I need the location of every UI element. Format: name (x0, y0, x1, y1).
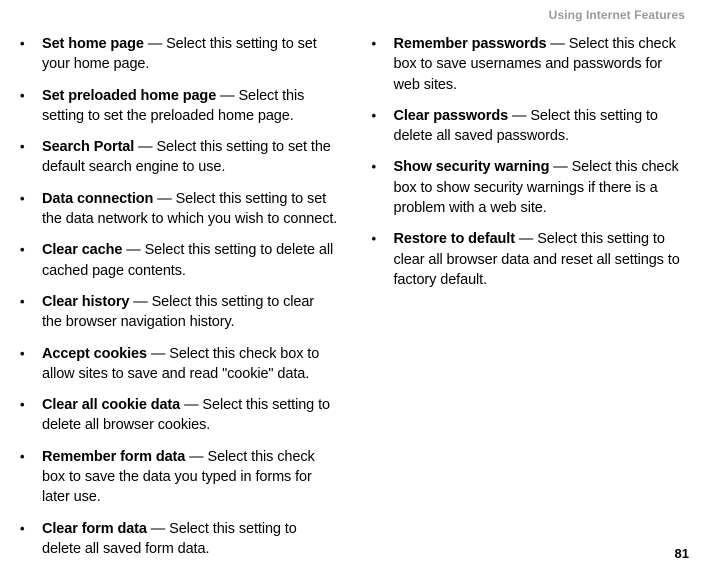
list-item: •Show security warning — Select this che… (372, 157, 690, 218)
separator: — (546, 36, 568, 52)
item-body: Search Portal — Select this setting to s… (42, 137, 338, 178)
bullet-icon: • (20, 519, 42, 560)
list-item: •Set home page — Select this setting to … (20, 34, 338, 75)
right-column: •Remember passwords — Select this check … (372, 34, 690, 570)
separator: — (549, 159, 571, 175)
list-item: •Clear history — Select this setting to … (20, 292, 338, 333)
bullet-icon: • (372, 34, 394, 95)
bullet-icon: • (20, 137, 42, 178)
bullet-icon: • (372, 157, 394, 218)
item-body: Clear passwords — Select this setting to… (394, 106, 690, 147)
item-body: Remember passwords — Select this check b… (394, 34, 690, 95)
item-term: Clear form data (42, 521, 147, 537)
bullet-icon: • (20, 292, 42, 333)
item-term: Remember passwords (394, 36, 547, 52)
separator: — (129, 294, 151, 310)
list-item: •Remember passwords — Select this check … (372, 34, 690, 95)
list-item: •Clear cache — Select this setting to de… (20, 240, 338, 281)
list-item: •Clear form data — Select this setting t… (20, 519, 338, 560)
item-term: Clear history (42, 294, 129, 310)
bullet-icon: • (372, 229, 394, 290)
bullet-icon: • (20, 447, 42, 508)
separator: — (144, 36, 166, 52)
item-body: Clear history — Select this setting to c… (42, 292, 338, 333)
list-item: •Remember form data — Select this check … (20, 447, 338, 508)
separator: — (147, 346, 169, 362)
item-term: Clear all cookie data (42, 397, 180, 413)
item-body: Data connection — Select this setting to… (42, 189, 338, 230)
separator: — (147, 521, 169, 537)
item-term: Remember form data (42, 449, 185, 465)
left-column: •Set home page — Select this setting to … (20, 34, 338, 570)
item-body: Clear all cookie data — Select this sett… (42, 395, 338, 436)
bullet-icon: • (20, 86, 42, 127)
item-term: Clear cache (42, 242, 122, 258)
separator: — (122, 242, 144, 258)
item-term: Set preloaded home page (42, 88, 216, 104)
left-list: •Set home page — Select this setting to … (20, 34, 338, 559)
bullet-icon: • (372, 106, 394, 147)
item-body: Clear cache — Select this setting to del… (42, 240, 338, 281)
list-item: •Clear all cookie data — Select this set… (20, 395, 338, 436)
item-term: Clear passwords (394, 108, 509, 124)
item-term: Accept cookies (42, 346, 147, 362)
bullet-icon: • (20, 344, 42, 385)
page-number: 81 (675, 546, 689, 561)
list-item: •Data connection — Select this setting t… (20, 189, 338, 230)
content-columns: •Set home page — Select this setting to … (20, 34, 689, 570)
item-body: Set home page — Select this setting to s… (42, 34, 338, 75)
item-term: Show security warning (394, 159, 550, 175)
separator: — (180, 397, 202, 413)
item-term: Set home page (42, 36, 144, 52)
bullet-icon: • (20, 395, 42, 436)
item-term: Restore to default (394, 231, 515, 247)
section-header: Using Internet Features (20, 8, 689, 34)
separator: — (134, 139, 156, 155)
separator: — (185, 449, 207, 465)
separator: — (216, 88, 238, 104)
item-body: Restore to default — Select this setting… (394, 229, 690, 290)
list-item: •Set preloaded home page — Select this s… (20, 86, 338, 127)
item-body: Remember form data — Select this check b… (42, 447, 338, 508)
separator: — (515, 231, 537, 247)
item-term: Search Portal (42, 139, 134, 155)
list-item: •Accept cookies — Select this check box … (20, 344, 338, 385)
list-item: •Restore to default — Select this settin… (372, 229, 690, 290)
list-item: •Clear passwords — Select this setting t… (372, 106, 690, 147)
item-body: Show security warning — Select this chec… (394, 157, 690, 218)
separator: — (153, 191, 175, 207)
right-list: •Remember passwords — Select this check … (372, 34, 690, 290)
item-body: Accept cookies — Select this check box t… (42, 344, 338, 385)
item-body: Set preloaded home page — Select this se… (42, 86, 338, 127)
item-body: Clear form data — Select this setting to… (42, 519, 338, 560)
bullet-icon: • (20, 189, 42, 230)
list-item: •Search Portal — Select this setting to … (20, 137, 338, 178)
separator: — (508, 108, 530, 124)
item-term: Data connection (42, 191, 153, 207)
bullet-icon: • (20, 34, 42, 75)
bullet-icon: • (20, 240, 42, 281)
